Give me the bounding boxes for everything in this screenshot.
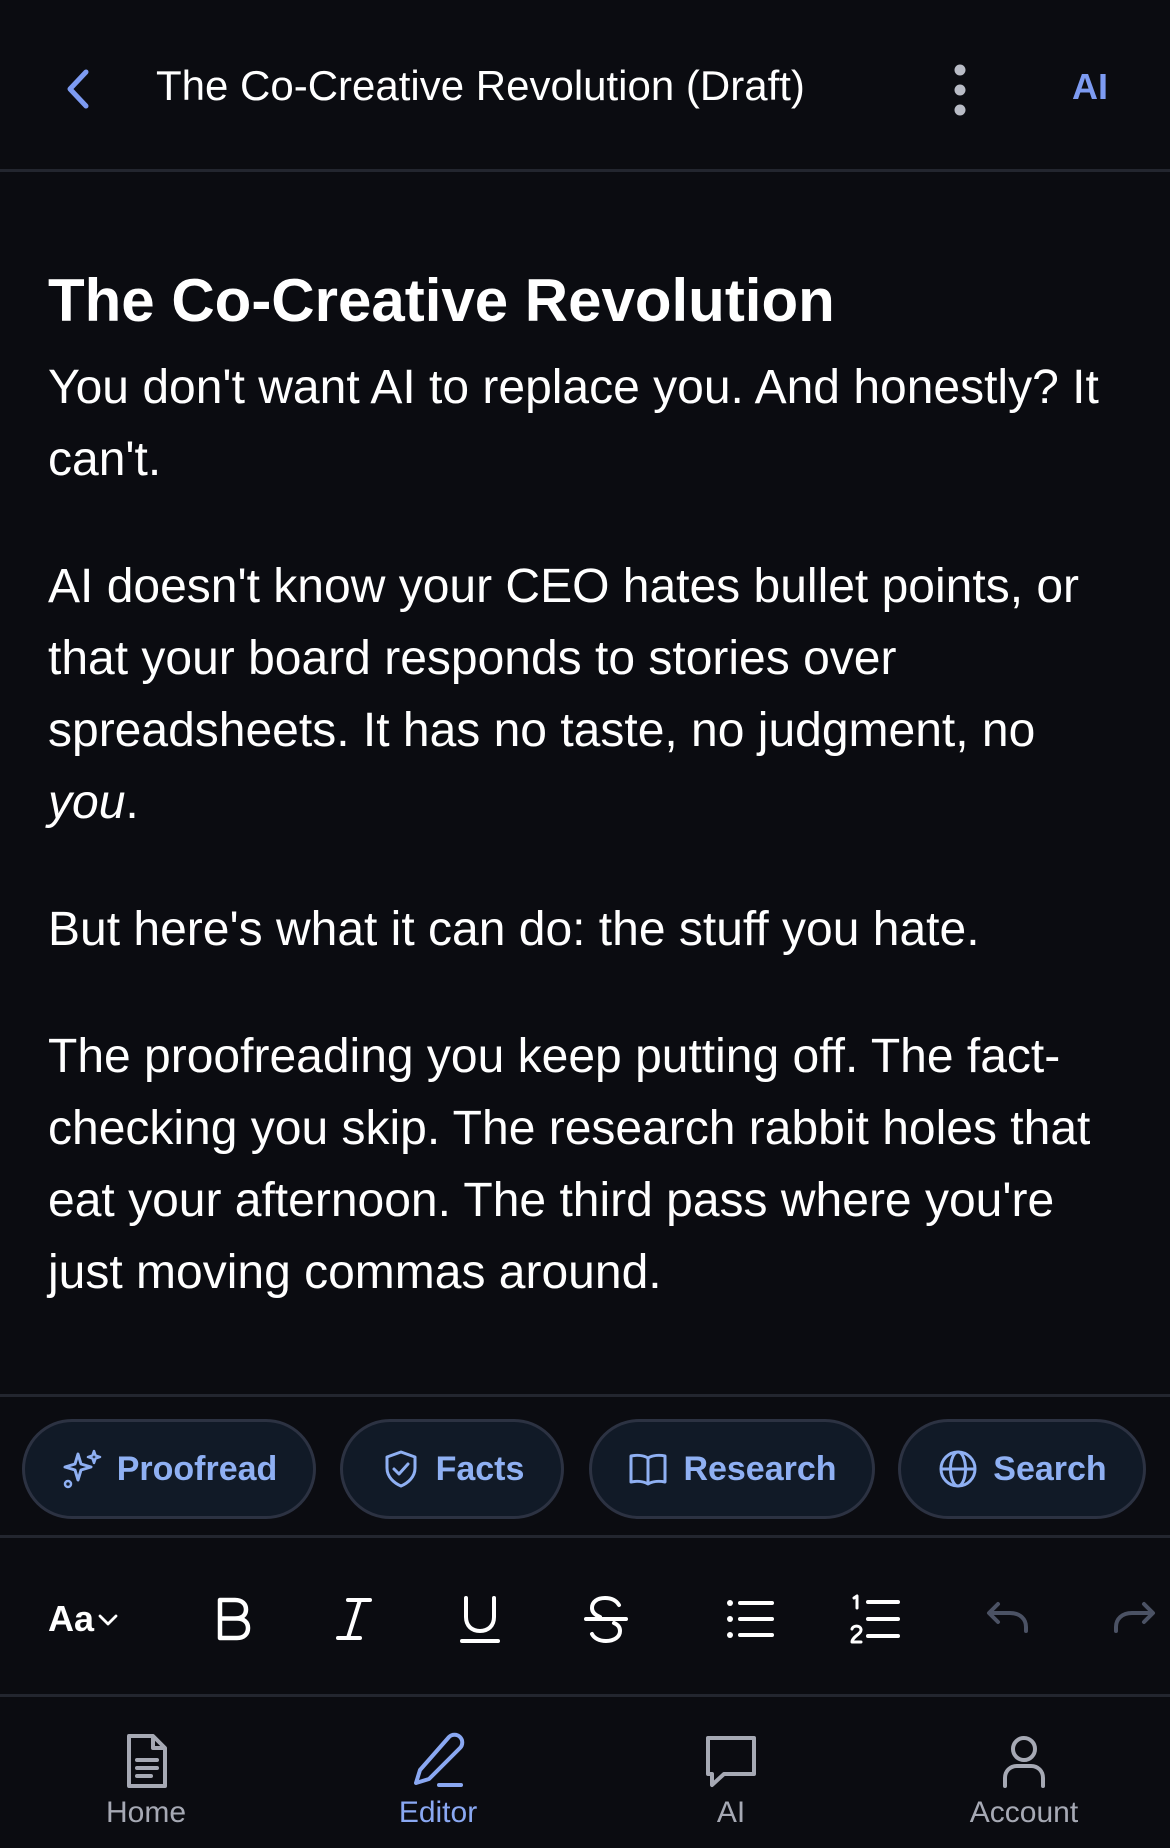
research-label: Research	[683, 1449, 837, 1488]
book-open-icon	[629, 1453, 667, 1486]
document-body[interactable]: The Co-Creative Revolution You don't wan…	[48, 262, 1128, 1364]
document-icon	[127, 1734, 167, 1788]
shield-check-icon	[385, 1450, 417, 1488]
nav-editor[interactable]: Editor	[338, 1730, 538, 1830]
nav-editor-label: Editor	[398, 1796, 478, 1829]
paragraph-3: But here's what it can do: the stuff you…	[48, 903, 980, 956]
nav-account[interactable]: Account	[924, 1730, 1124, 1830]
font-size-label: Aa	[47, 1598, 95, 1639]
strikethrough-button[interactable]	[574, 1587, 638, 1651]
proofread-button[interactable]: Proofread	[22, 1419, 316, 1519]
paragraph-2-end: .	[125, 776, 139, 829]
chat-bubble-icon	[706, 1736, 756, 1787]
strikethrough-icon	[584, 1595, 628, 1644]
nav-ai-label: AI	[716, 1796, 746, 1829]
document-title: The Co-Creative Revolution (Draft)	[156, 62, 805, 109]
bullet-list-button[interactable]	[718, 1587, 782, 1651]
undo-button[interactable]	[974, 1587, 1038, 1651]
ai-tools-row: Proofread Facts Research Search	[0, 1394, 1170, 1538]
undo-icon	[987, 1602, 1028, 1633]
paragraph-2-emphasis: you	[48, 776, 126, 829]
chevron-down-icon	[98, 1614, 118, 1626]
search-label: Search	[993, 1449, 1107, 1488]
redo-button[interactable]	[1104, 1587, 1168, 1651]
research-button[interactable]: Research	[589, 1419, 875, 1519]
paragraph-2-text: AI doesn't know your CEO hates bullet po…	[48, 560, 1080, 757]
chevron-left-icon	[67, 69, 89, 109]
more-options-button[interactable]	[944, 62, 976, 118]
bold-button[interactable]	[200, 1587, 264, 1651]
paragraph-1: You don't want AI to replace you. And ho…	[48, 361, 1099, 486]
document-heading: The Co-Creative Revolution	[48, 267, 835, 334]
paragraph-4: The proofreading you keep putting off. T…	[48, 1030, 1091, 1299]
bullet-list-icon	[727, 1600, 774, 1638]
italic-icon	[336, 1598, 372, 1640]
facts-label: Facts	[435, 1449, 525, 1488]
globe-icon	[939, 1450, 977, 1488]
ai-header-button[interactable]: AI	[1072, 66, 1108, 108]
underline-button[interactable]	[448, 1587, 512, 1651]
paragraph-2: AI doesn't know your CEO hates bullet po…	[48, 551, 1128, 839]
more-vertical-icon	[954, 64, 966, 116]
numbered-list-button[interactable]	[844, 1587, 908, 1651]
underline-icon	[460, 1596, 500, 1643]
nav-home[interactable]: Home	[46, 1730, 246, 1830]
font-size-button[interactable]: Aa	[44, 1587, 124, 1651]
italic-button[interactable]	[322, 1587, 386, 1651]
top-app-bar: The Co-Creative Revolution (Draft) AI	[0, 0, 1170, 172]
redo-icon	[1114, 1602, 1155, 1633]
pencil-icon	[414, 1732, 465, 1787]
search-button[interactable]: Search	[898, 1419, 1146, 1519]
bottom-navigation: Home Editor AI Account	[0, 1700, 1170, 1848]
nav-home-label: Home	[105, 1796, 187, 1829]
facts-button[interactable]: Facts	[340, 1419, 564, 1519]
back-button[interactable]	[60, 64, 96, 114]
proofread-label: Proofread	[116, 1449, 278, 1488]
formatting-toolbar: Aa	[0, 1541, 1170, 1697]
numbered-list-icon	[850, 1594, 900, 1644]
nav-ai[interactable]: AI	[631, 1730, 831, 1830]
sparkles-icon	[63, 1449, 101, 1489]
user-icon	[1003, 1736, 1045, 1788]
nav-account-label: Account	[969, 1796, 1079, 1829]
bold-icon	[217, 1597, 251, 1641]
